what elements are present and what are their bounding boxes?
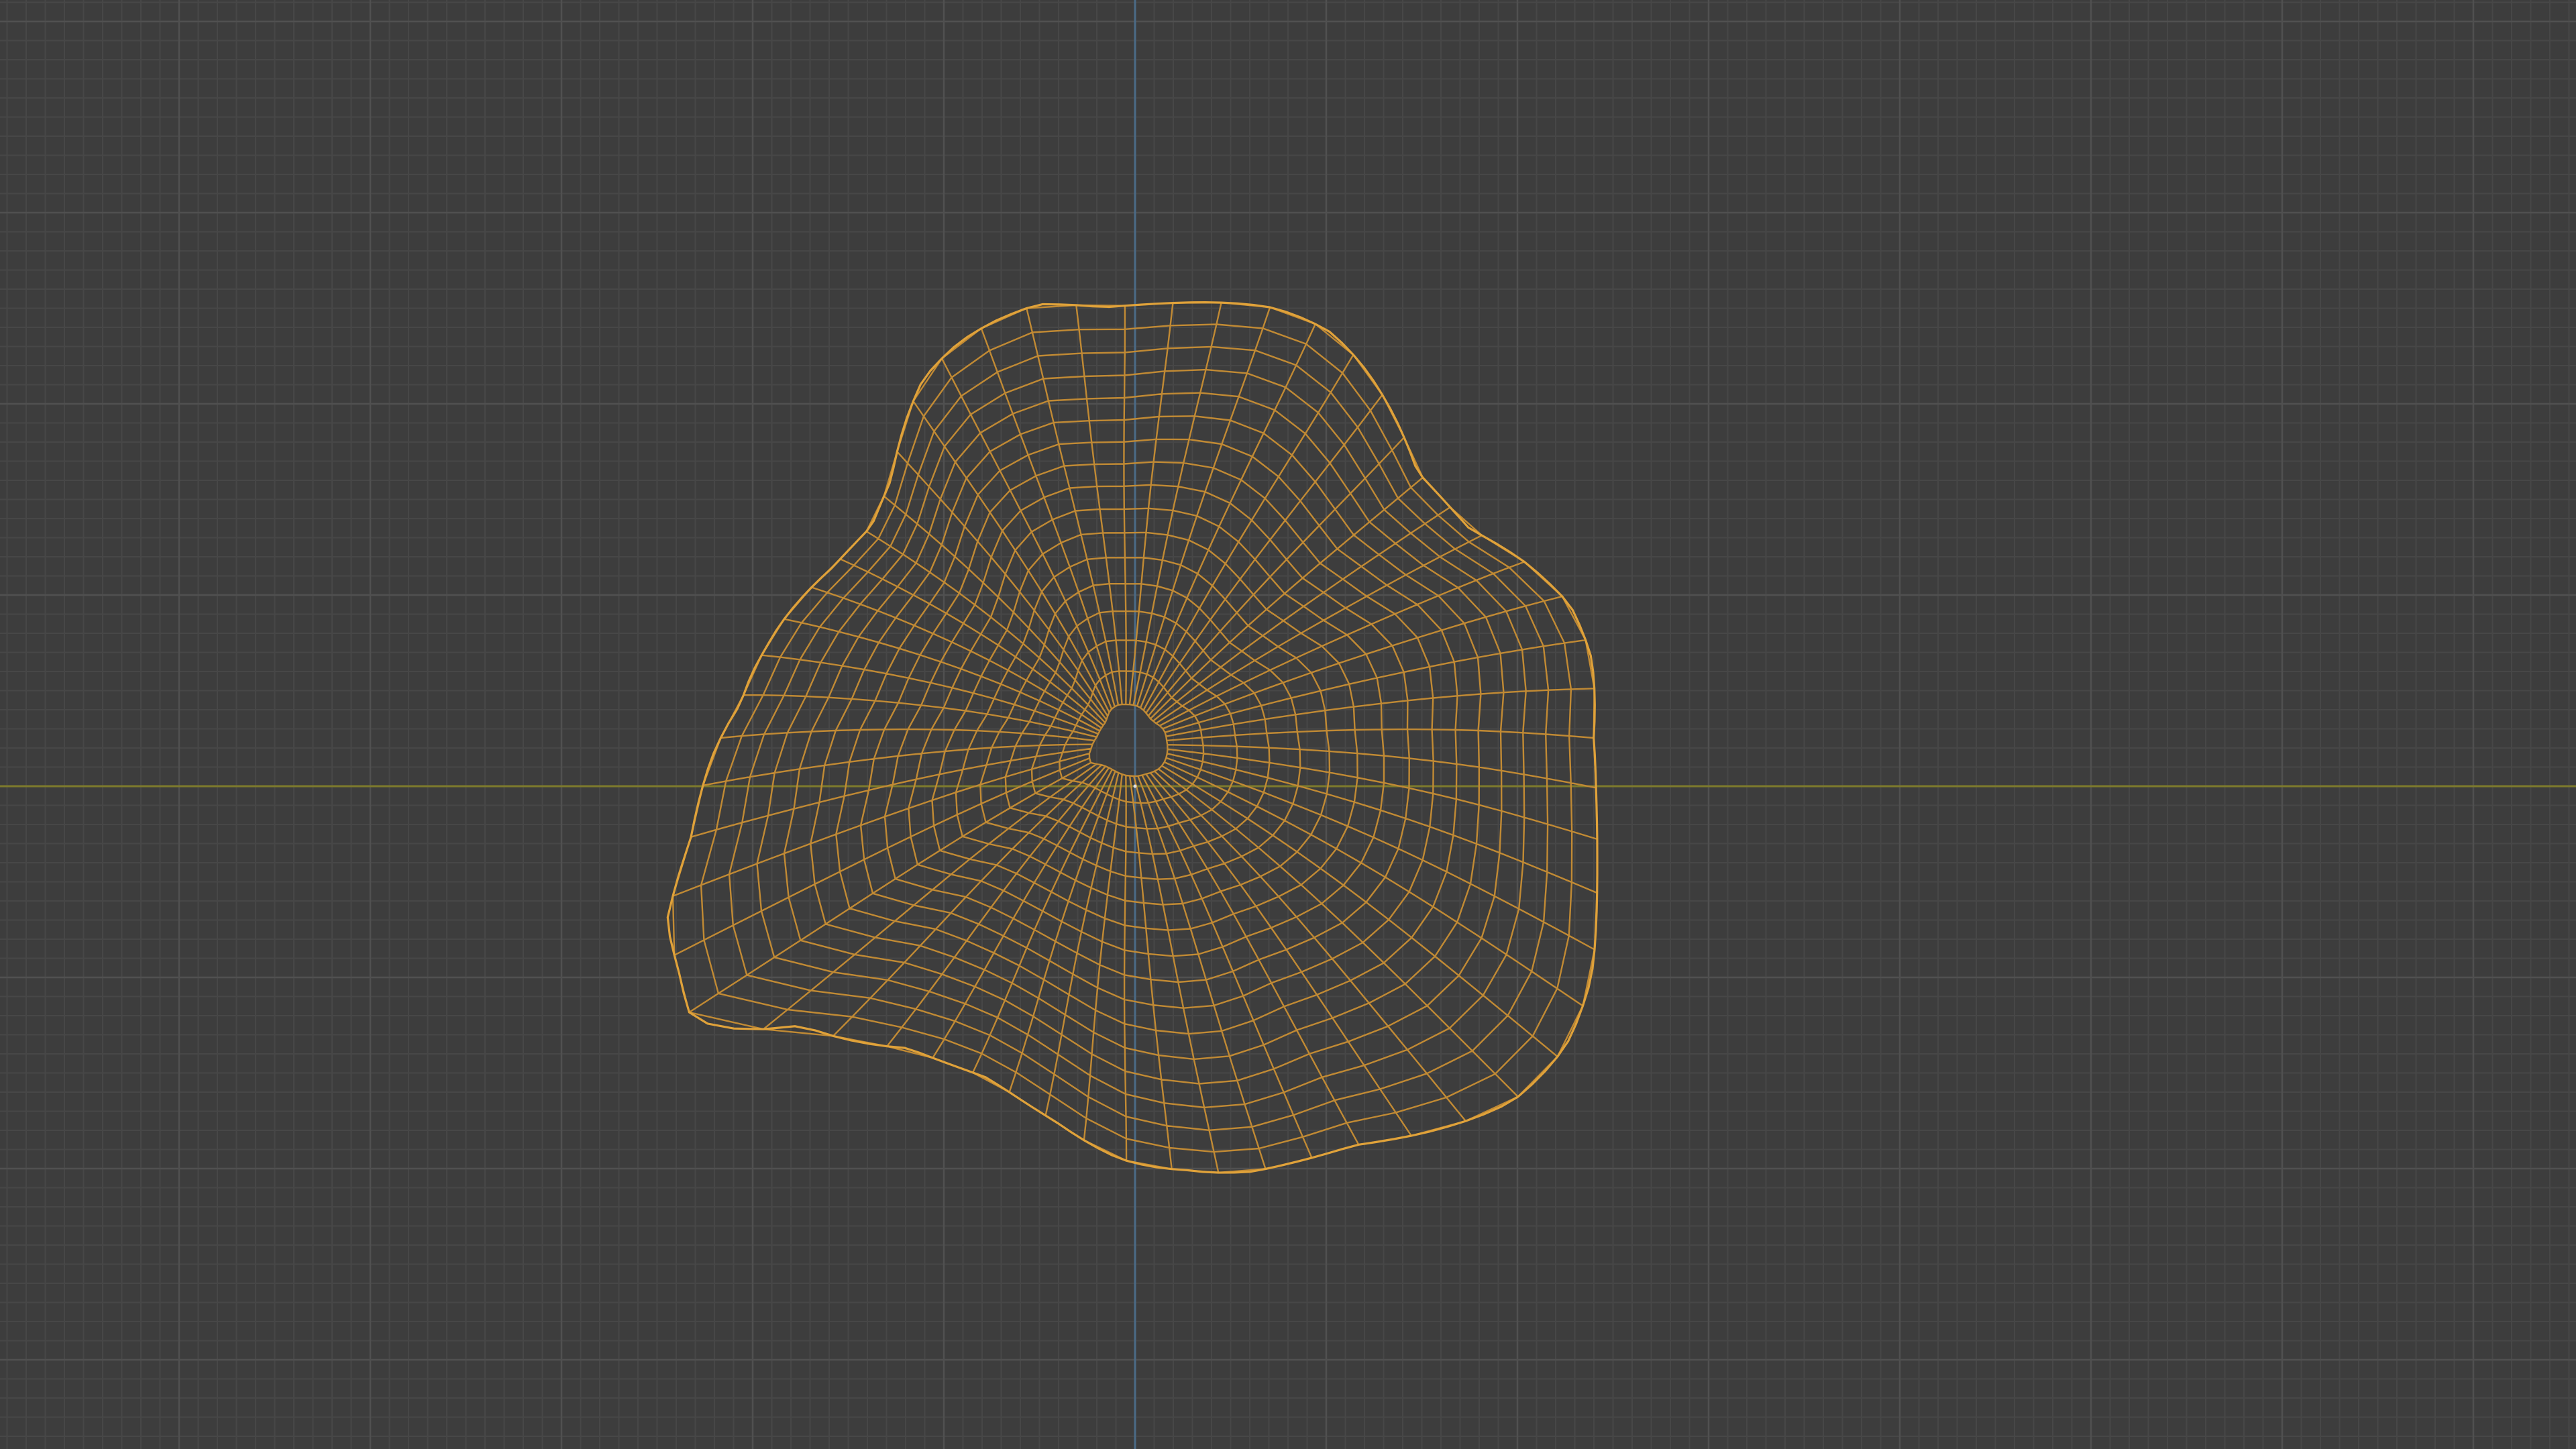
viewport-canvas[interactable]: [0, 0, 2576, 1449]
3d-viewport[interactable]: [0, 0, 2576, 1449]
object-origin-dot: [1133, 784, 1137, 788]
